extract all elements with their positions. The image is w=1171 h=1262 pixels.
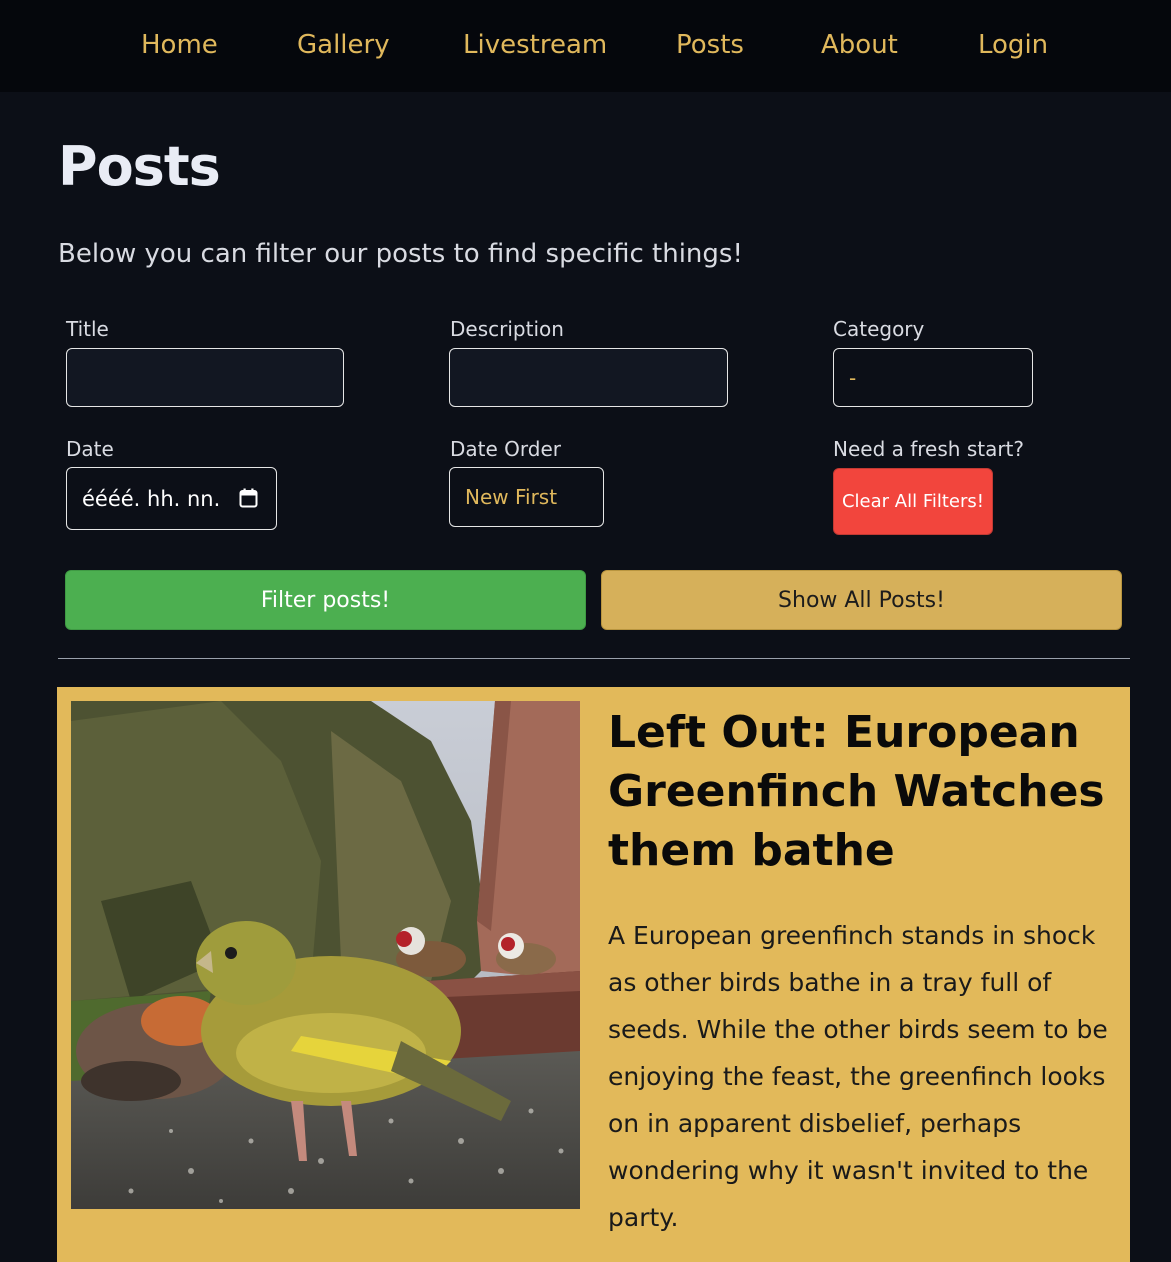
- post-card[interactable]: Left Out: European Greenfinch Watches th…: [57, 687, 1130, 1262]
- date-placeholder: éééé. hh. nn.: [82, 486, 221, 511]
- page-intro: Below you can filter our posts to find s…: [58, 239, 743, 269]
- date-order-label: Date Order: [450, 437, 561, 461]
- navbar: Home Gallery Livestream Posts About Logi…: [0, 0, 1171, 92]
- description-input[interactable]: [449, 348, 728, 407]
- title-input[interactable]: [66, 348, 344, 407]
- category-select[interactable]: -: [833, 348, 1033, 407]
- category-selected-value: -: [849, 365, 857, 390]
- date-order-select[interactable]: New First: [449, 467, 604, 527]
- nav-link-posts[interactable]: Posts: [676, 28, 744, 62]
- nav-link-login[interactable]: Login: [978, 28, 1048, 62]
- nav-link-about[interactable]: About: [821, 28, 898, 62]
- description-label: Description: [450, 317, 564, 341]
- date-label: Date: [66, 437, 114, 461]
- date-order-selected-value: New First: [465, 485, 558, 509]
- page-title: Posts: [58, 135, 221, 198]
- post-title[interactable]: Left Out: European Greenfinch Watches th…: [608, 703, 1108, 880]
- clear-filters-button[interactable]: Clear All Filters!: [833, 468, 993, 535]
- filter-posts-button[interactable]: Filter posts!: [65, 570, 586, 630]
- nav-link-home[interactable]: Home: [141, 28, 218, 62]
- title-label: Title: [66, 317, 109, 341]
- post-image[interactable]: [71, 701, 580, 1209]
- date-input[interactable]: éééé. hh. nn.: [66, 467, 277, 530]
- nav-link-livestream[interactable]: Livestream: [463, 28, 607, 62]
- nav-link-gallery[interactable]: Gallery: [297, 28, 390, 62]
- fresh-start-label: Need a fresh start?: [833, 437, 1025, 461]
- post-description: A European greenfinch stands in shock as…: [608, 921, 1108, 1232]
- show-all-posts-button[interactable]: Show All Posts!: [601, 570, 1122, 630]
- category-label: Category: [833, 317, 925, 341]
- divider: [58, 658, 1130, 659]
- calendar-icon[interactable]: [239, 488, 258, 508]
